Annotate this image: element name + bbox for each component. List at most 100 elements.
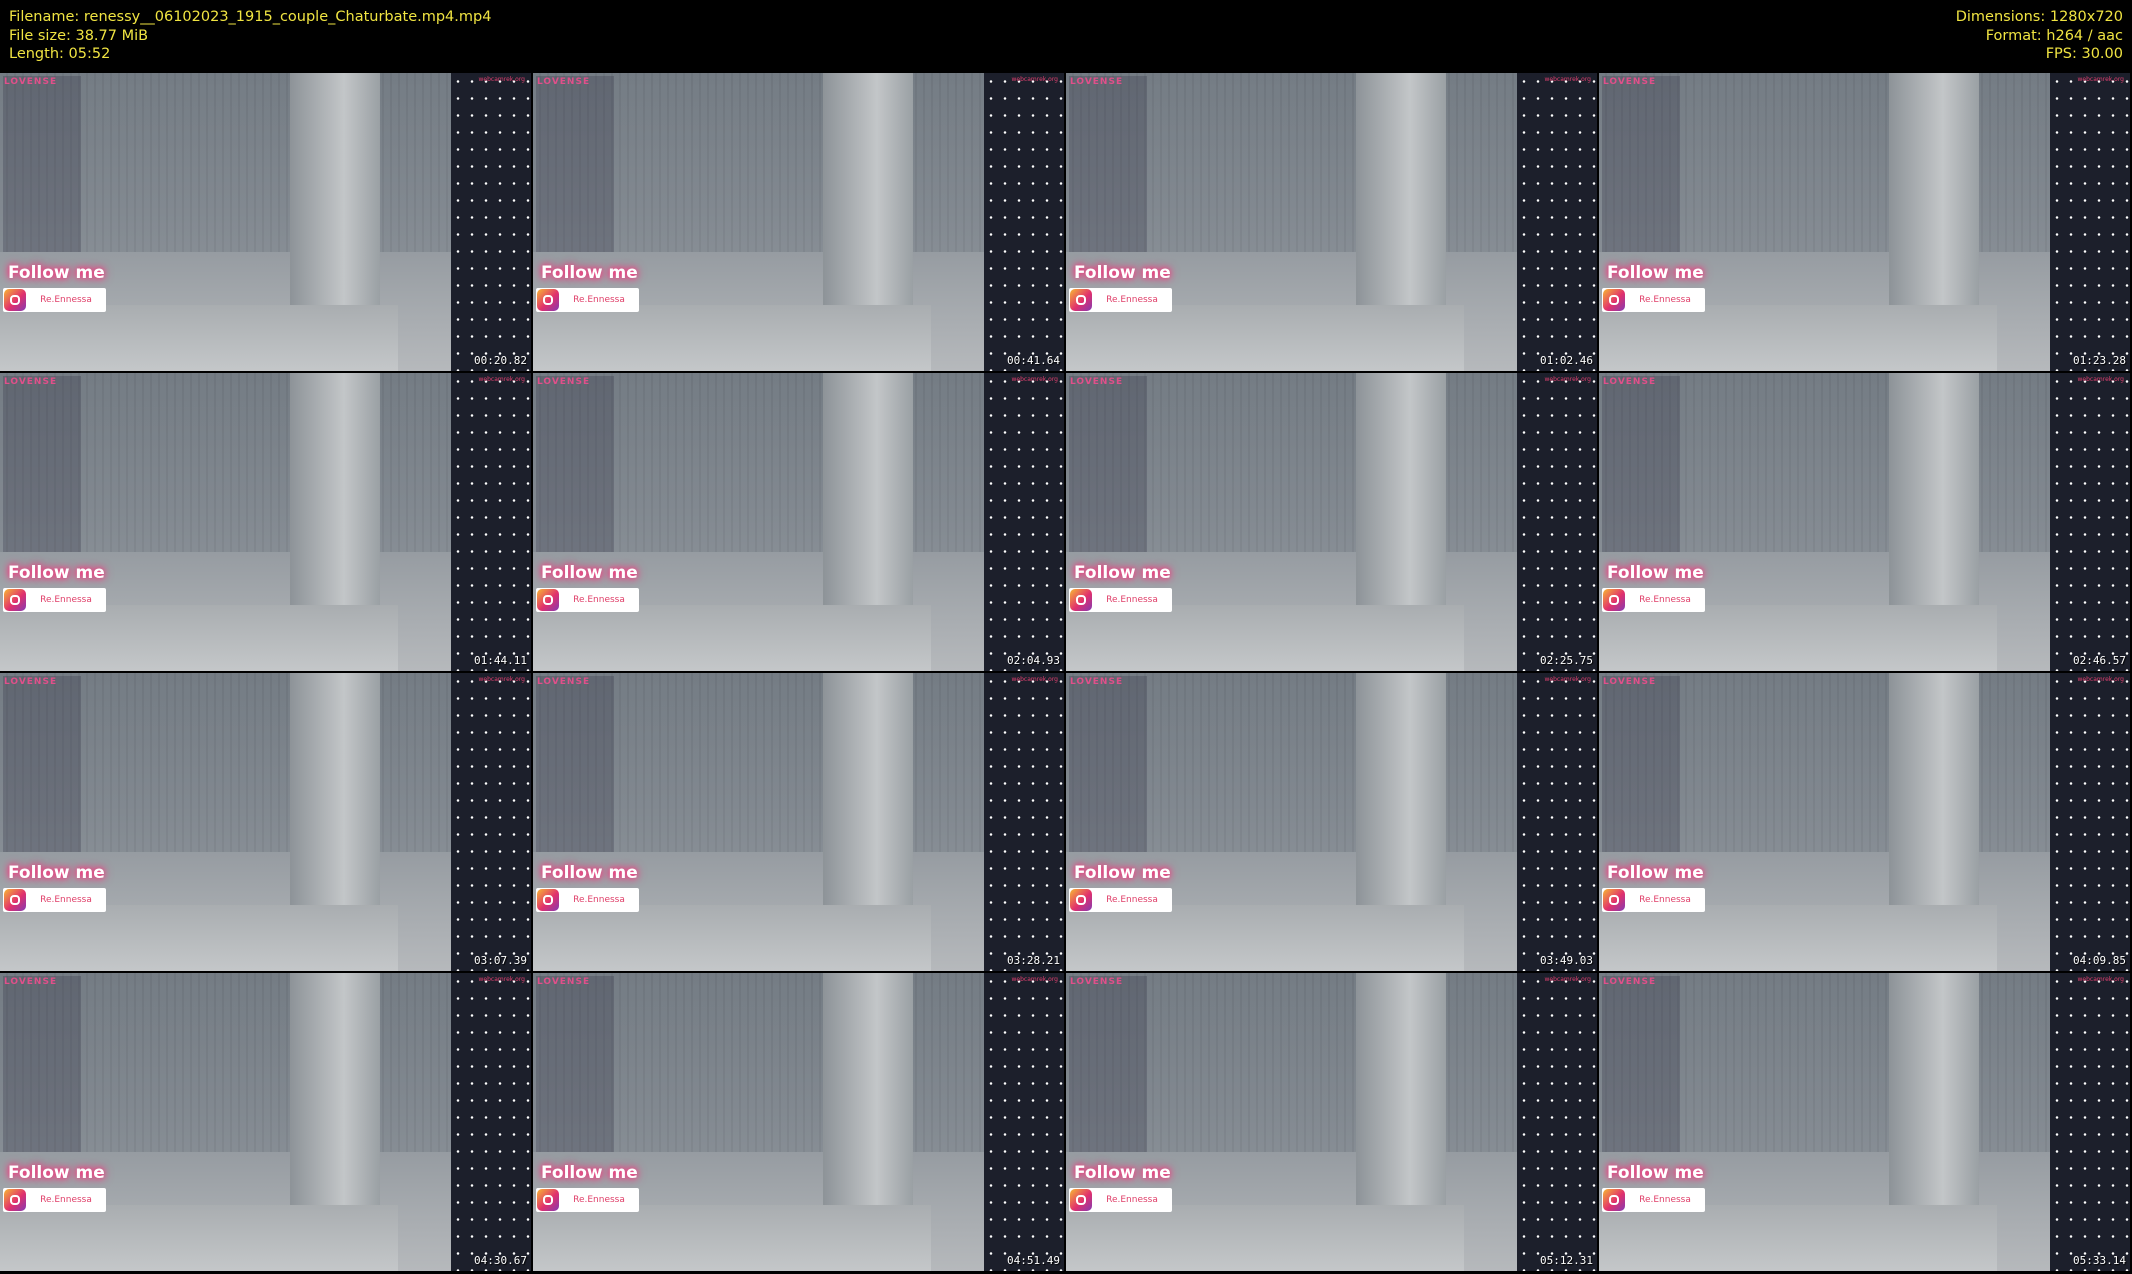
lovense-logo: LOVENSE bbox=[1070, 977, 1124, 987]
video-thumbnail[interactable]: LOVENSE webcamrek.org Follow me Re.Ennes… bbox=[1599, 373, 2130, 671]
watermark-site: webcamrek.org bbox=[478, 676, 525, 683]
video-thumbnail[interactable]: LOVENSE webcamrek.org Follow me Re.Ennes… bbox=[533, 673, 1064, 971]
video-thumbnail[interactable]: LOVENSE webcamrek.org Follow me Re.Ennes… bbox=[1066, 973, 1597, 1271]
starfield-backdrop bbox=[2050, 373, 2130, 671]
thumbnail-timestamp: 01:02.46 bbox=[1540, 354, 1593, 367]
instagram-handle: Re.Ennessa bbox=[573, 595, 625, 605]
desk bbox=[1599, 905, 1998, 971]
video-thumbnail[interactable]: LOVENSE webcamrek.org Follow me Re.Ennes… bbox=[533, 73, 1064, 371]
tip-menu-overlay bbox=[1602, 76, 1680, 252]
thumbnail-timestamp: 02:46.57 bbox=[2073, 654, 2126, 667]
filesize-text: File size: 38.77 MiB bbox=[9, 27, 149, 44]
lovense-logo: LOVENSE bbox=[1070, 77, 1124, 87]
instagram-badge: Re.Ennessa bbox=[3, 288, 106, 312]
format-text: Format: h264 / aac bbox=[1985, 27, 2123, 44]
thumbnail-timestamp: 01:44.11 bbox=[474, 654, 527, 667]
tip-menu-overlay bbox=[3, 976, 81, 1152]
instagram-icon bbox=[1603, 1189, 1625, 1211]
instagram-badge: Re.Ennessa bbox=[536, 888, 639, 912]
desk bbox=[1599, 1205, 1998, 1271]
lovense-logo: LOVENSE bbox=[4, 977, 58, 987]
starfield-backdrop bbox=[1517, 673, 1597, 971]
instagram-icon bbox=[1070, 589, 1092, 611]
instagram-handle: Re.Ennessa bbox=[1106, 1195, 1158, 1205]
desk bbox=[533, 905, 932, 971]
video-thumbnail[interactable]: LOVENSE webcamrek.org Follow me Re.Ennes… bbox=[1599, 673, 2130, 971]
instagram-badge: Re.Ennessa bbox=[536, 288, 639, 312]
instagram-badge: Re.Ennessa bbox=[1602, 1188, 1705, 1212]
follow-me-text: Follow me bbox=[541, 863, 638, 883]
follow-me-text: Follow me bbox=[1074, 263, 1171, 283]
desk bbox=[1066, 305, 1465, 371]
instagram-badge: Re.Ennessa bbox=[1602, 288, 1705, 312]
video-thumbnail[interactable]: LOVENSE webcamrek.org Follow me Re.Ennes… bbox=[0, 673, 531, 971]
instagram-icon bbox=[4, 289, 26, 311]
lovense-logo: LOVENSE bbox=[1603, 77, 1657, 87]
instagram-icon bbox=[537, 589, 559, 611]
follow-me-text: Follow me bbox=[1607, 263, 1704, 283]
video-thumbnail[interactable]: LOVENSE webcamrek.org Follow me Re.Ennes… bbox=[1599, 73, 2130, 371]
starfield-backdrop bbox=[1517, 373, 1597, 671]
desk bbox=[1066, 1205, 1465, 1271]
follow-me-text: Follow me bbox=[1074, 1163, 1171, 1183]
thumbnail-timestamp: 02:25.75 bbox=[1540, 654, 1593, 667]
tip-menu-overlay bbox=[536, 376, 614, 552]
video-thumbnail[interactable]: LOVENSE webcamrek.org Follow me Re.Ennes… bbox=[533, 973, 1064, 1271]
instagram-badge: Re.Ennessa bbox=[3, 1188, 106, 1212]
follow-me-text: Follow me bbox=[1074, 863, 1171, 883]
starfield-backdrop bbox=[2050, 73, 2130, 371]
lovense-logo: LOVENSE bbox=[4, 677, 58, 687]
follow-me-text: Follow me bbox=[541, 1163, 638, 1183]
lovense-logo: LOVENSE bbox=[537, 677, 591, 687]
video-thumbnail[interactable]: LOVENSE webcamrek.org Follow me Re.Ennes… bbox=[0, 973, 531, 1271]
video-thumbnail[interactable]: LOVENSE webcamrek.org Follow me Re.Ennes… bbox=[1066, 673, 1597, 971]
video-thumbnail[interactable]: LOVENSE webcamrek.org Follow me Re.Ennes… bbox=[533, 373, 1064, 671]
instagram-handle: Re.Ennessa bbox=[1639, 1195, 1691, 1205]
instagram-handle: Re.Ennessa bbox=[1106, 895, 1158, 905]
watermark-site: webcamrek.org bbox=[478, 976, 525, 983]
lovense-logo: LOVENSE bbox=[1070, 377, 1124, 387]
watermark-site: webcamrek.org bbox=[1011, 676, 1058, 683]
starfield-backdrop bbox=[2050, 673, 2130, 971]
video-thumbnail[interactable]: LOVENSE webcamrek.org Follow me Re.Ennes… bbox=[0, 73, 531, 371]
instagram-icon bbox=[537, 1189, 559, 1211]
lovense-logo: LOVENSE bbox=[537, 77, 591, 87]
video-thumbnail[interactable]: LOVENSE webcamrek.org Follow me Re.Ennes… bbox=[1599, 973, 2130, 1271]
follow-me-text: Follow me bbox=[1074, 563, 1171, 583]
starfield-backdrop bbox=[451, 673, 531, 971]
instagram-badge: Re.Ennessa bbox=[1069, 288, 1172, 312]
thumbnail-grid: LOVENSE webcamrek.org Follow me Re.Ennes… bbox=[0, 73, 2132, 1274]
lovense-logo: LOVENSE bbox=[1603, 377, 1657, 387]
instagram-handle: Re.Ennessa bbox=[40, 295, 92, 305]
video-thumbnail[interactable]: LOVENSE webcamrek.org Follow me Re.Ennes… bbox=[0, 373, 531, 671]
instagram-handle: Re.Ennessa bbox=[1106, 595, 1158, 605]
instagram-handle: Re.Ennessa bbox=[40, 895, 92, 905]
follow-me-text: Follow me bbox=[541, 563, 638, 583]
desk bbox=[533, 605, 932, 671]
video-thumbnail[interactable]: LOVENSE webcamrek.org Follow me Re.Ennes… bbox=[1066, 373, 1597, 671]
instagram-handle: Re.Ennessa bbox=[1106, 295, 1158, 305]
instagram-icon bbox=[1603, 589, 1625, 611]
instagram-icon bbox=[1603, 289, 1625, 311]
instagram-handle: Re.Ennessa bbox=[40, 1195, 92, 1205]
instagram-icon bbox=[4, 1189, 26, 1211]
filename-text: Filename: renessy__06102023_1915_couple_… bbox=[9, 9, 492, 25]
thumbnail-timestamp: 04:30.67 bbox=[474, 1254, 527, 1267]
thumbnail-timestamp: 03:49.03 bbox=[1540, 954, 1593, 967]
dimensions-text: Dimensions: 1280x720 bbox=[1955, 9, 2123, 25]
follow-me-text: Follow me bbox=[8, 563, 105, 583]
video-thumbnail[interactable]: LOVENSE webcamrek.org Follow me Re.Ennes… bbox=[1066, 73, 1597, 371]
follow-me-text: Follow me bbox=[1607, 1163, 1704, 1183]
follow-me-text: Follow me bbox=[1607, 563, 1704, 583]
desk bbox=[1599, 605, 1998, 671]
lovense-logo: LOVENSE bbox=[4, 377, 58, 387]
watermark-site: webcamrek.org bbox=[2077, 976, 2124, 983]
tip-menu-overlay bbox=[1069, 76, 1147, 252]
instagram-icon bbox=[537, 289, 559, 311]
file-info-header: Filename: renessy__06102023_1915_couple_… bbox=[0, 0, 2132, 72]
watermark-site: webcamrek.org bbox=[1544, 676, 1591, 683]
instagram-handle: Re.Ennessa bbox=[40, 595, 92, 605]
instagram-handle: Re.Ennessa bbox=[1639, 295, 1691, 305]
tip-menu-overlay bbox=[536, 676, 614, 852]
lovense-logo: LOVENSE bbox=[1603, 977, 1657, 987]
